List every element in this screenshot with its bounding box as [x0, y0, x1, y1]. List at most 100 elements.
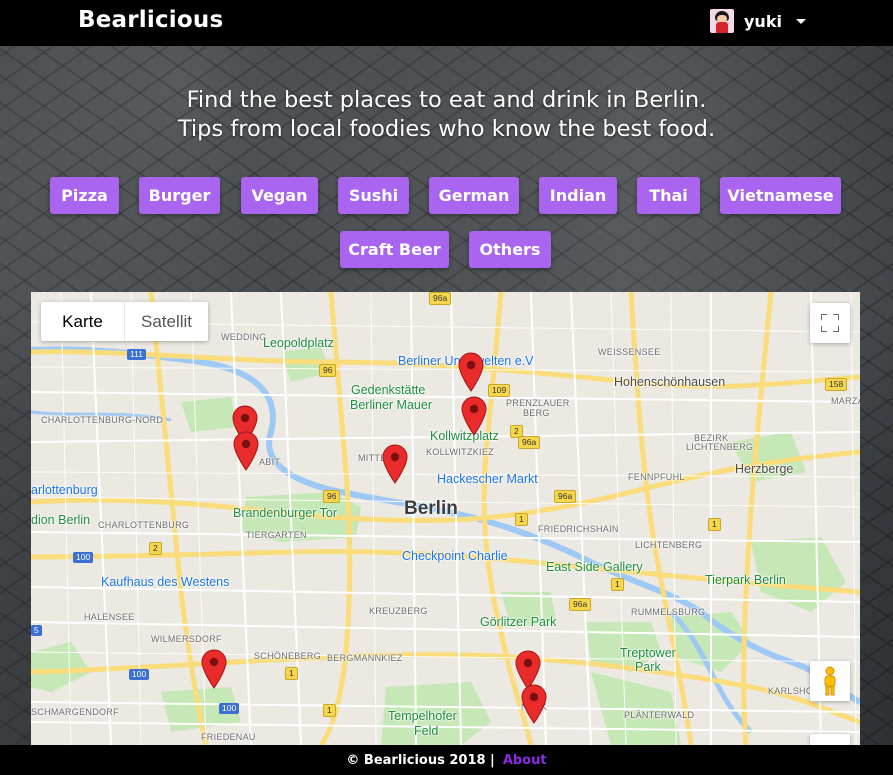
map-label-berliner-mauer: Berliner Mauer: [350, 398, 432, 412]
category-button-vietnamese[interactable]: Vietnamese: [720, 177, 841, 214]
map-marker[interactable]: [233, 431, 259, 471]
map-label-east-side-gallery: East Side Gallery: [546, 560, 643, 574]
road-shield-r1-east: 1: [708, 518, 721, 531]
map-marker[interactable]: [458, 352, 484, 392]
map-label-tiergarten: TIERGARTEN: [246, 530, 307, 540]
map-pin-icon: [382, 444, 408, 484]
map-label-halensee: HALENSEE: [84, 612, 135, 622]
username: yuki: [744, 11, 782, 31]
footer-about-link[interactable]: About: [503, 753, 547, 768]
road-shield-r2-tier: 2: [149, 542, 162, 555]
category-button-pizza[interactable]: Pizza: [50, 177, 119, 214]
category-button-sushi[interactable]: Sushi: [338, 177, 409, 214]
category-button-indian[interactable]: Indian: [539, 177, 617, 214]
map-pin-icon: [233, 431, 259, 471]
map-label-charlottenburg-nord: CHARLOTTENBURG-NORD: [41, 415, 164, 425]
map-label-wedding: WEDDING: [221, 332, 267, 342]
map-label-feld: Feld: [414, 724, 439, 738]
road-shield-r96a-south: 96a: [569, 598, 592, 611]
map[interactable]: Karte Satellit WEDDING Leopoldplatz Berl…: [31, 292, 860, 745]
road-shield-r96a-mid: 96a: [518, 436, 541, 449]
map-label-friedrichshain: FRIEDRICHSHAIN: [538, 524, 619, 534]
map-label-hackescher-markt: Hackescher Markt: [437, 472, 538, 486]
brand-logo[interactable]: Bearlicious: [78, 7, 223, 33]
map-label-karlshorst: KARLSHO: [768, 686, 814, 696]
map-label-bezirk-lichtenberg: LICHTENBERG: [686, 442, 754, 452]
map-label-lichtenberg: LICHTENBERG: [635, 540, 703, 550]
category-button-vegan[interactable]: Vegan: [241, 177, 318, 214]
footer-copyright: © Bearlicious 2018 |: [346, 752, 495, 768]
street-view-button[interactable]: [810, 661, 850, 701]
map-label-tempelhofer: Tempelhofer: [388, 709, 457, 723]
map-label-schoeneberg: SCHÖNEBERG: [254, 651, 322, 661]
map-label-marzahn: MARZA: [831, 396, 860, 406]
map-label-fennpfuhl: FENNPFUHL: [628, 472, 685, 482]
map-label-plaenterwald: PLÄNTERWALD: [624, 710, 695, 720]
map-label-kollwitzkiez: KOLLWITZKIEZ: [426, 447, 494, 457]
map-marker[interactable]: [201, 649, 227, 689]
map-label-weissensee: WEISSENSEE: [598, 347, 661, 357]
fullscreen-button[interactable]: [810, 303, 850, 343]
road-shield-r96-mitte: 96: [323, 490, 341, 503]
footer: © Bearlicious 2018 | About: [0, 745, 893, 775]
map-type-map-button[interactable]: Karte: [41, 302, 125, 341]
map-label-rummelsburg: RUMMELSBURG: [631, 607, 706, 617]
road-shield-r100-sw: 100: [129, 669, 150, 680]
map-type-control: Karte Satellit: [41, 302, 208, 341]
road-shield-r5-west: 5: [31, 625, 42, 636]
road-shield-r96a-east: 96a: [554, 490, 577, 503]
map-pin-icon: [458, 352, 484, 392]
road-shield-r158: 158: [825, 378, 848, 391]
map-label-charlottenburg-palace: arlottenburg: [31, 483, 98, 497]
category-button-craft-beer[interactable]: Craft Beer: [340, 231, 449, 268]
navbar: Bearlicious yuki: [0, 0, 893, 46]
map-marker[interactable]: [461, 396, 487, 436]
road-shield-r1-schoen: 1: [285, 667, 298, 680]
category-button-german[interactable]: German: [429, 177, 519, 214]
zoom-in-button[interactable]: [810, 734, 850, 745]
road-shield-r1-frh: 1: [611, 578, 624, 591]
map-label-moabit: ABIT: [259, 457, 281, 467]
map-label-park: Park: [635, 660, 661, 674]
map-label-prenzlauer: PRENZLAUER: [506, 398, 570, 408]
map-pin-icon: [461, 396, 487, 436]
hero-line-1: Find the best places to eat and drink in…: [186, 87, 707, 113]
map-marker[interactable]: [521, 684, 547, 724]
map-label-charlottenburg: CHARLOTTENBURG: [98, 520, 190, 530]
map-label-hohenschoenhausen: Hohenschönhausen: [614, 375, 726, 389]
fullscreen-icon: [821, 314, 839, 332]
category-button-thai[interactable]: Thai: [637, 177, 700, 214]
map-label-brandenburger-tor: Brandenburger Tor: [233, 506, 338, 520]
road-shield-r96a-top: 96a: [429, 292, 452, 305]
road-shield-r1-sw: 1: [323, 704, 336, 717]
road-shield-r100-west: 100: [73, 552, 94, 563]
category-button-burger[interactable]: Burger: [139, 177, 220, 214]
hero-line-2: Tips from local foodies who know the bes…: [177, 116, 716, 142]
map-pin-icon: [201, 649, 227, 689]
map-pin-icon: [521, 684, 547, 724]
road-shield-r1-mitte: 1: [515, 513, 528, 526]
chevron-down-icon: [795, 18, 806, 24]
category-button-others[interactable]: Others: [469, 231, 551, 268]
map-label-tierpark-berlin: Tierpark Berlin: [705, 573, 786, 587]
map-label-friedenau: FRIEDENAU: [201, 732, 256, 742]
map-label-schmargendorf: SCHMARGENDORF: [31, 707, 119, 717]
pegman-icon: [824, 666, 836, 696]
road-shield-r109: 109: [488, 384, 511, 397]
road-shield-r96-wedding: 96: [319, 364, 337, 377]
map-label-stadion-berlin: dion Berlin: [31, 513, 91, 527]
map-label-wilmersdorf: WILMERSDORF: [151, 634, 222, 644]
user-avatar-icon: [710, 9, 734, 33]
map-label-berlin: Berlin: [404, 498, 458, 519]
map-type-satellite-button[interactable]: Satellit: [125, 302, 208, 341]
map-label-checkpoint-charlie: Checkpoint Charlie: [402, 549, 508, 563]
road-shield-r100-s: 100: [219, 703, 240, 714]
map-marker[interactable]: [382, 444, 408, 484]
road-shield-r111: 111: [127, 349, 146, 360]
map-label-gedenkstaette: Gedenkstätte: [351, 383, 426, 397]
map-label-kreuzberg: KREUZBERG: [369, 606, 428, 616]
user-menu[interactable]: yuki: [710, 8, 806, 34]
hero-tagline: Find the best places to eat and drink in…: [0, 86, 893, 144]
map-label-leopoldplatz: Leopoldplatz: [263, 336, 334, 350]
map-label-kaufhaus-des-westens: Kaufhaus des Westens: [101, 575, 230, 589]
